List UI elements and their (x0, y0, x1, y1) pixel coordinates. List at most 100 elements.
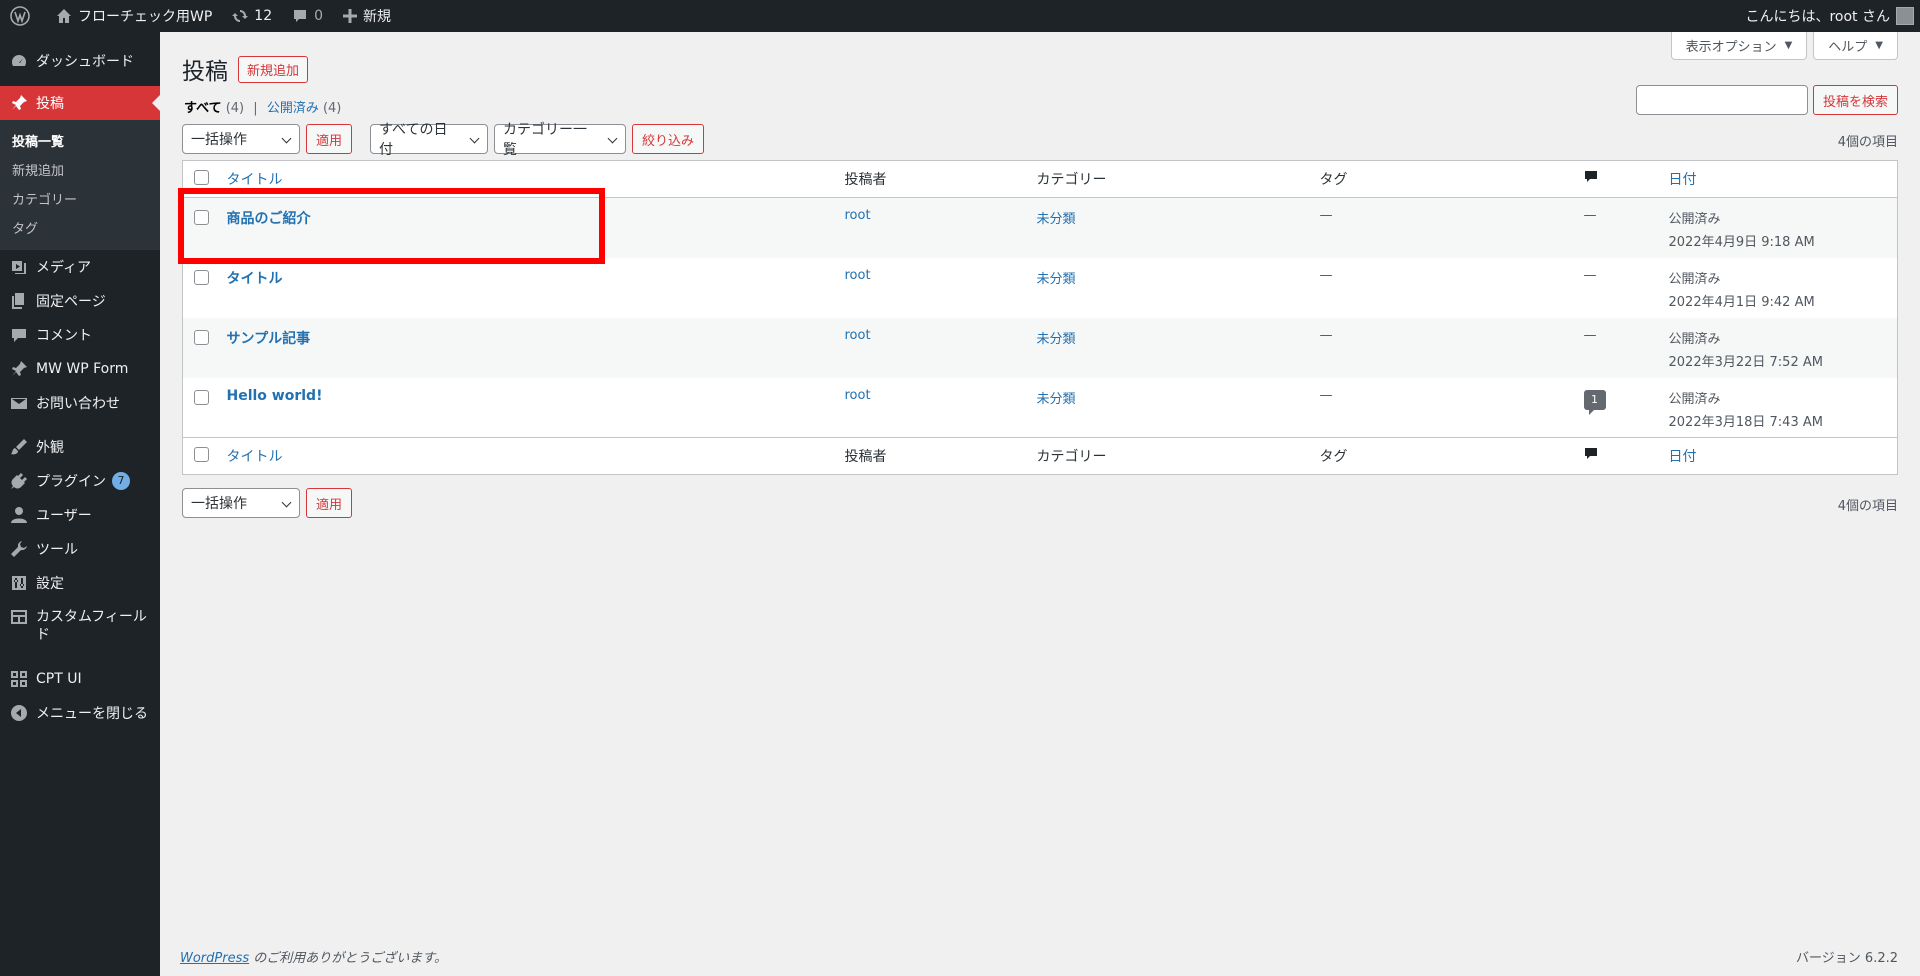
menu-label: メニューを閉じる (36, 706, 148, 722)
comments-header-icon[interactable] (1584, 171, 1598, 188)
menu-media[interactable]: メディア (0, 250, 160, 284)
screen-options-button[interactable]: 表示オプション ▼ (1670, 32, 1808, 60)
post-date: 2022年4月9日 9:18 AM (1668, 235, 1815, 250)
help-label: ヘルプ (1828, 40, 1868, 55)
menu-plugins[interactable]: プラグイン 7 (0, 464, 160, 498)
row-checkbox[interactable] (194, 329, 209, 345)
menu-mw-wp-form[interactable]: MW WP Form (0, 352, 160, 386)
post-title-link[interactable]: サンプル記事 (227, 331, 311, 347)
row-checkbox[interactable] (194, 269, 209, 285)
wordpress-link[interactable]: WordPress (180, 951, 249, 966)
row-checkbox[interactable] (194, 389, 209, 405)
menu-custom-fields[interactable]: カスタムフィールド (0, 600, 160, 652)
my-account[interactable]: こんにちは、root さん (1745, 6, 1920, 26)
comments-count: 0 (314, 8, 324, 24)
post-status: 公開済み (1668, 331, 1721, 347)
bulk-action-value: 一括操作 (191, 132, 247, 148)
submenu-categories[interactable]: カテゴリー (0, 184, 160, 213)
category-filter-select[interactable]: カテゴリー一覧 (494, 122, 627, 158)
submenu-add-new[interactable]: 新規追加 (0, 155, 160, 184)
admin-menu: ダッシュボード 投稿 投稿一覧 新規追加 カテゴリー タグ メディア 固定ページ… (0, 32, 160, 976)
post-title-link[interactable]: 商品のご紹介 (227, 211, 311, 227)
menu-contact[interactable]: お問い合わせ (0, 386, 160, 420)
sort-date-link[interactable]: 日付 (1669, 449, 1697, 465)
comments-icon (10, 326, 28, 344)
post-title-link[interactable]: Hello world! (227, 388, 323, 404)
filter-published-count: (4) (322, 101, 342, 116)
apply-button[interactable]: 適用 (306, 124, 353, 154)
category-link[interactable]: 未分類 (1037, 212, 1076, 227)
items-count: 4個の項目 (1837, 499, 1898, 514)
menu-pages[interactable]: 固定ページ (0, 284, 160, 318)
author-header: 投稿者 (844, 172, 887, 188)
menu-appearance[interactable]: 外観 (0, 430, 160, 464)
search-input[interactable] (1635, 85, 1808, 115)
author-link[interactable]: root (845, 268, 871, 283)
greeting: こんにちは、root さん (1745, 9, 1890, 25)
date-filter-select[interactable]: すべての日付 (370, 122, 489, 158)
author-link[interactable]: root (845, 208, 871, 223)
menu-dashboard[interactable]: ダッシュボード (0, 44, 160, 78)
categories-header: カテゴリー (1036, 172, 1107, 188)
footer-version: バージョン 6.2.2 (1796, 951, 1898, 966)
menu-label: ダッシュボード (36, 54, 134, 70)
row-checkbox[interactable] (194, 210, 209, 225)
submenu-tags[interactable]: タグ (0, 213, 160, 242)
menu-comments[interactable]: コメント (0, 318, 160, 352)
sort-title-link[interactable]: タイトル (227, 449, 283, 465)
category-link[interactable]: 未分類 (1037, 272, 1076, 287)
main-content: 表示オプション ▼ ヘルプ ▼ 投稿 新規追加 すべて (4) | 公開済み (4)… (160, 32, 1920, 976)
search-box: 投稿を検索 (1635, 85, 1898, 115)
bulk-action-select[interactable]: 一括操作 (182, 488, 300, 518)
filter-published[interactable]: 公開済み (267, 101, 319, 116)
apply-button[interactable]: 適用 (306, 488, 353, 518)
bulk-action-select[interactable]: 一括操作 (182, 124, 300, 154)
submenu-all-posts[interactable]: 投稿一覧 (0, 126, 160, 155)
menu-label: お問い合わせ (36, 396, 120, 412)
menu-label: カスタムフィールド (36, 609, 147, 643)
site-name: フローチェック用WP (78, 9, 213, 25)
menu-tools[interactable]: ツール (0, 532, 160, 566)
post-date: 2022年3月22日 7:52 AM (1668, 354, 1823, 370)
tags-cell: — (1319, 208, 1333, 223)
comments-link[interactable]: 0 (282, 0, 333, 32)
comment-count-bubble[interactable]: 1 (1583, 389, 1606, 415)
menu-label: ユーザー (36, 508, 92, 524)
category-link[interactable]: 未分類 (1037, 332, 1076, 347)
author-link[interactable]: root (845, 388, 871, 403)
settings-icon (10, 574, 28, 592)
updates-link[interactable]: 12 (222, 0, 282, 32)
post-status: 公開済み (1668, 391, 1721, 407)
menu-users[interactable]: ユーザー (0, 498, 160, 532)
comments-cell: — (1583, 327, 1597, 343)
menu-label: コメント (36, 328, 92, 344)
table-row: サンプル記事 root 未分類 — — 公開済み 2022年3月22日 7:52 … (182, 317, 1898, 378)
search-posts-button[interactable]: 投稿を検索 (1812, 85, 1898, 115)
help-button[interactable]: ヘルプ ▼ (1813, 32, 1898, 60)
post-title-link[interactable]: タイトル (227, 271, 283, 287)
pages-icon (10, 292, 28, 310)
menu-settings[interactable]: 設定 (0, 566, 160, 600)
sort-title-link[interactable]: タイトル (227, 172, 283, 188)
category-link[interactable]: 未分類 (1037, 392, 1076, 407)
add-new-button[interactable]: 新規追加 (238, 55, 309, 83)
menu-cpt-ui[interactable]: CPT UI (0, 662, 160, 696)
filter-button[interactable]: 絞り込み (632, 124, 705, 154)
tags-cell: — (1319, 327, 1333, 343)
menu-posts[interactable]: 投稿 (0, 86, 160, 120)
author-link[interactable]: root (845, 328, 871, 343)
menu-collapse[interactable]: メニューを閉じる (0, 696, 160, 730)
filter-all[interactable]: すべて (184, 101, 222, 116)
caret-down-icon: ▼ (1875, 40, 1883, 51)
site-name-link[interactable]: フローチェック用WP (46, 0, 222, 32)
select-all-checkbox[interactable] (194, 446, 209, 462)
wp-logo-icon[interactable] (0, 0, 46, 32)
new-content-link[interactable]: 新規 (333, 0, 401, 32)
menu-label: プラグイン (36, 474, 106, 490)
comments-header-icon[interactable] (1584, 448, 1598, 465)
tags-cell: — (1319, 267, 1333, 283)
select-all-checkbox[interactable] (194, 169, 209, 185)
sort-date-link[interactable]: 日付 (1669, 172, 1697, 188)
wrench-icon (10, 540, 28, 558)
custom-fields-icon (10, 608, 28, 626)
